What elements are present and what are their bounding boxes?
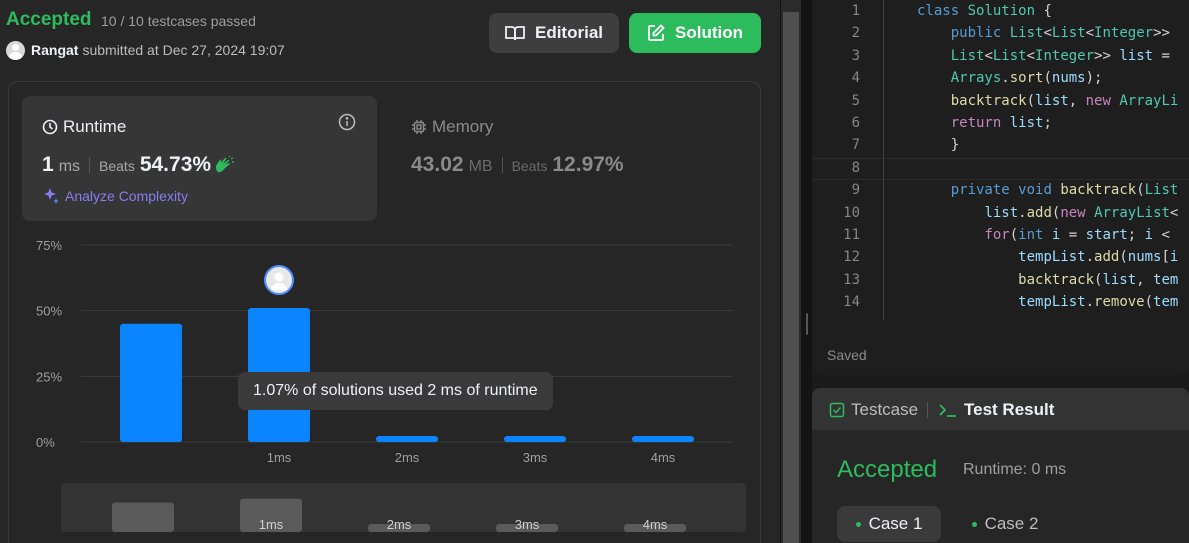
submitter-name[interactable]: Rangat: [31, 42, 78, 58]
code-text: for(int i = start; i <: [984, 227, 1170, 243]
code-line[interactable]: 6 return list;: [812, 112, 1189, 134]
tab-divider: [927, 402, 928, 418]
y-tick-label: 75%: [36, 238, 62, 253]
line-number: 11: [843, 227, 860, 243]
code-text: }: [917, 137, 960, 154]
testcases-passed: 10 / 10 testcases passed: [101, 13, 256, 29]
indent-guide: [883, 0, 884, 320]
code-editor[interactable]: 1 class Solution { 2 public List<List<Inte…: [812, 0, 1189, 375]
chart-bar: [120, 323, 182, 442]
submitter-line: Rangat submitted at Dec 27, 2024 19:07: [6, 40, 285, 60]
code-line[interactable]: 7 }: [812, 134, 1189, 156]
overview-label: 3ms: [515, 517, 540, 532]
chart-tooltip: 1.07% of solutions used 2 ms of runtime: [238, 372, 553, 410]
x-tick-label: 4ms: [651, 450, 676, 465]
editorial-button[interactable]: Editorial: [489, 13, 619, 53]
code-line[interactable]: 2 public List<List<Integer>>: [812, 22, 1189, 44]
submission-panel: Accepted 10 / 10 testcases passed Rangat…: [0, 0, 780, 543]
test-result-runtime: Runtime: 0 ms: [963, 461, 1067, 478]
code-line[interactable]: 14 tempList.remove(tem: [812, 291, 1189, 313]
code-text: backtrack(list, tem: [1018, 271, 1179, 288]
line-number: 9: [851, 182, 860, 199]
submission-status: Accepted: [6, 9, 92, 30]
code-text: public List<List<Integer>>: [950, 25, 1170, 42]
overview-label: 2ms: [387, 517, 412, 532]
overview-label: 1ms: [259, 517, 284, 532]
code-text: List<List<Integer>> list =: [950, 47, 1170, 64]
current-line-highlight: [812, 158, 1189, 180]
code-text: tempList.add(nums[i: [1018, 249, 1179, 266]
y-tick-label: 25%: [36, 369, 62, 384]
pass-dot: [855, 521, 861, 527]
line-number: 1: [851, 3, 860, 19]
line-number: 3: [851, 47, 860, 64]
code-line[interactable]: 9 private void backtrack(List: [812, 179, 1189, 201]
code-line[interactable]: 3 List<List<Integer>> list =: [812, 45, 1189, 67]
pass-dot: [971, 521, 977, 527]
y-tick-label: 0%: [36, 435, 55, 450]
x-tick-label: 1ms: [267, 450, 292, 465]
solution-button[interactable]: Solution: [629, 13, 761, 53]
test-tabs: Testcase Test Result: [812, 388, 1189, 430]
resize-handle[interactable]: [806, 313, 808, 335]
line-number: 2: [851, 25, 860, 42]
chart-bar: [376, 436, 438, 442]
line-number: 6: [851, 115, 860, 131]
line-number: 14: [843, 294, 860, 311]
code-text: private void backtrack(List: [950, 182, 1179, 199]
avatar[interactable]: [6, 40, 25, 60]
scrollbar-thumb[interactable]: [783, 12, 799, 543]
editorial-label: Editorial: [534, 23, 603, 42]
code-line[interactable]: 4 Arrays.sort(nums);: [812, 67, 1189, 89]
code-line[interactable]: 1 class Solution {: [812, 0, 1189, 22]
line-number: 10: [843, 204, 860, 221]
code-text: backtrack(list, new ArrayLi: [950, 92, 1179, 109]
chart-bar: [504, 436, 566, 442]
code-line[interactable]: 12 tempList.add(nums[i: [812, 246, 1189, 268]
case-2-button[interactable]: Case 2: [960, 506, 1050, 542]
chart-bar: [632, 436, 694, 442]
checkbox-icon: [829, 402, 845, 418]
line-number: 13: [843, 271, 860, 288]
code-line[interactable]: 10 list.add(new ArrayList<: [812, 202, 1189, 224]
overview-label: 4ms: [643, 517, 668, 532]
user-marker-head: [274, 272, 284, 282]
runtime-distribution-chart[interactable]: 75% 50% 25% 0% 1ms 2ms 3ms 4ms 1ms 2ms 3ms 4ms: [9, 82, 761, 542]
overview-bar: [112, 502, 174, 532]
terminal-icon: [939, 404, 956, 417]
test-panel: Testcase Test Result Accepted Runtime: 0…: [812, 388, 1189, 543]
x-tick-label: 3ms: [523, 450, 548, 465]
code-line[interactable]: 13 backtrack(list, tem: [812, 269, 1189, 291]
test-result-status: Accepted: [837, 456, 938, 483]
submitted-at: submitted at Dec 27, 2024 19:07: [82, 42, 285, 58]
y-tick-label: 50%: [36, 304, 62, 319]
edit-icon: [648, 24, 665, 41]
code-text: Arrays.sort(nums);: [950, 70, 1103, 87]
code-text: list.add(new ArrayList<: [984, 204, 1179, 221]
line-number: 4: [851, 70, 860, 87]
code-line[interactable]: 11 for(int i = start; i <: [812, 224, 1189, 246]
code-text: tempList.remove(tem: [1018, 294, 1179, 311]
code-text: class Solution {: [917, 3, 1052, 19]
tab-test-result[interactable]: Test Result: [938, 400, 1054, 420]
app-root: Accepted 10 / 10 testcases passed Rangat…: [0, 0, 1189, 543]
code-line[interactable]: 5 backtrack(list, new ArrayLi: [812, 90, 1189, 112]
case-1-button[interactable]: Case 1: [837, 506, 941, 542]
tab-testcase[interactable]: Testcase: [829, 400, 918, 420]
book-icon: [505, 26, 525, 41]
code-text: return list;: [950, 115, 1052, 131]
x-tick-label: 2ms: [395, 450, 420, 465]
line-number: 7: [851, 137, 860, 154]
solution-label: Solution: [675, 23, 743, 42]
line-number: 5: [851, 92, 860, 109]
line-number: 12: [843, 249, 860, 266]
save-status: Saved: [827, 347, 867, 363]
performance-panel: Runtime 1 ms Beats 54.73% Analyze Comple…: [8, 81, 761, 543]
